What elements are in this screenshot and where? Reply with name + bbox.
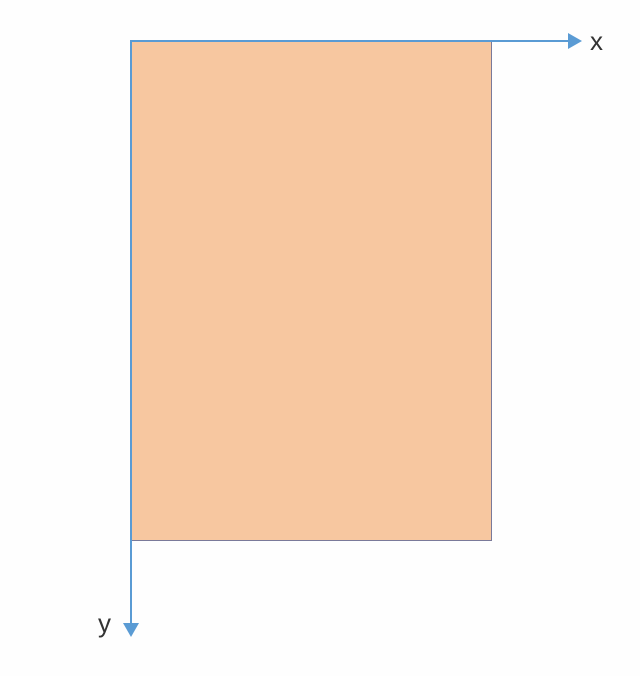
- x-axis: [130, 40, 570, 42]
- y-axis-label: y: [98, 608, 111, 639]
- x-axis-arrow-icon: [568, 33, 582, 49]
- x-axis-label: x: [590, 26, 603, 57]
- coordinate-diagram: x y: [0, 0, 640, 676]
- y-axis: [130, 40, 132, 625]
- y-axis-arrow-icon: [123, 623, 139, 637]
- shaded-rectangle: [132, 41, 492, 541]
